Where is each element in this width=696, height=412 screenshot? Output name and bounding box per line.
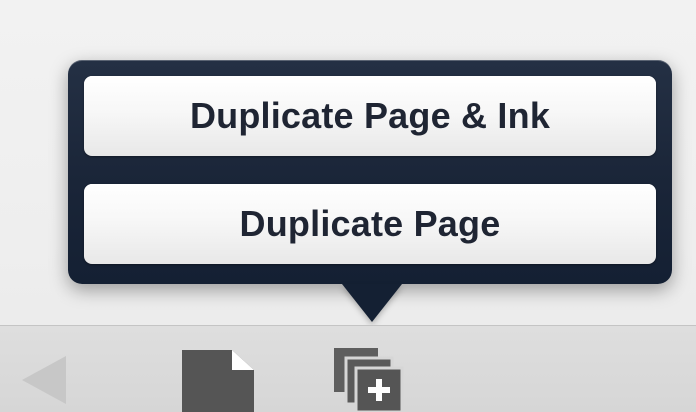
bottom-toolbar [0, 325, 696, 412]
duplicate-page-icon[interactable] [334, 348, 406, 412]
duplicate-popover: Duplicate Page & Ink Duplicate Page [68, 60, 672, 284]
back-icon[interactable] [22, 356, 66, 404]
popover-arrow [342, 284, 402, 322]
page-icon[interactable] [182, 350, 254, 412]
duplicate-page-and-ink-button[interactable]: Duplicate Page & Ink [84, 76, 656, 156]
duplicate-page-button[interactable]: Duplicate Page [84, 184, 656, 264]
